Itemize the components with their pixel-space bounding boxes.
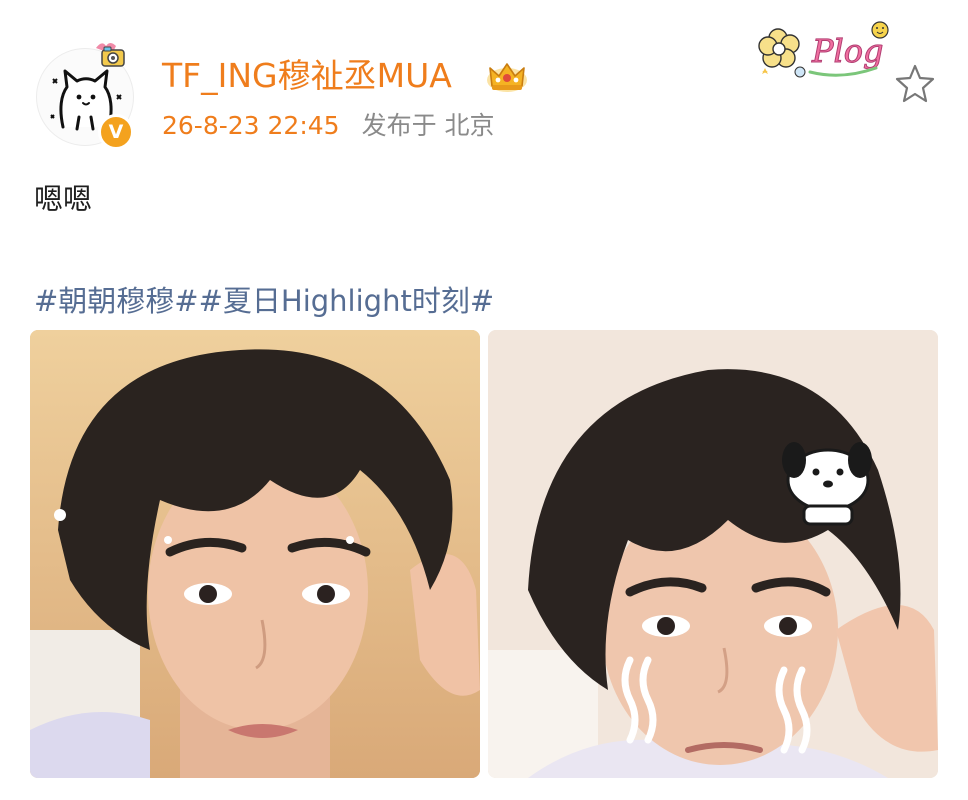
author-name[interactable]: TF_ING穆祉丞MUA — [162, 56, 452, 96]
hashtag-row: #朝朝穆穆##夏日Highlight时刻# — [34, 282, 494, 320]
post-location: 发布于 北京 — [361, 111, 495, 140]
verified-badge-icon: V — [98, 114, 134, 150]
post-timestamp: 26-8-23 22:45 — [162, 111, 340, 140]
hashtag-link[interactable]: #朝朝穆穆# — [34, 284, 199, 318]
flower-icon — [758, 28, 800, 68]
plog-text: Plog — [811, 32, 884, 70]
camera-sticker-icon — [96, 43, 125, 67]
selfie-photo-2[interactable] — [488, 330, 938, 778]
post-meta: 26-8-23 22:45 发布于 北京 — [162, 110, 495, 142]
star-outline-icon[interactable] — [894, 62, 936, 104]
selfie-photo-1[interactable] — [30, 330, 480, 778]
post-text: 嗯嗯 — [34, 182, 93, 216]
hashtag-link[interactable]: #夏日Highlight时刻# — [199, 284, 495, 318]
plog-sticker: Plog — [752, 14, 898, 84]
gold-crown-badge-icon — [487, 63, 527, 92]
